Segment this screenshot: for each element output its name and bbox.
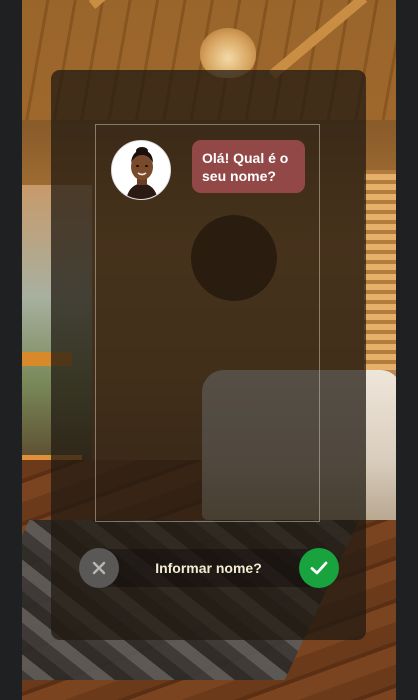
cancel-button[interactable] (79, 548, 119, 588)
check-icon (310, 561, 328, 575)
close-icon (92, 561, 106, 575)
left-margin (0, 0, 22, 700)
woman-avatar-icon (112, 141, 170, 199)
prompt-text: Informar nome? (155, 560, 262, 576)
window-blinds (364, 170, 396, 390)
chat-bubble: Olá! Qual é o seu nome? (192, 140, 305, 193)
avatar (111, 140, 171, 200)
chat-message: Olá! Qual é o seu nome? (202, 150, 289, 184)
confirm-button[interactable] (299, 548, 339, 588)
chat-panel: Olá! Qual é o seu nome? Informar nome? (51, 70, 366, 640)
right-margin (396, 0, 418, 700)
